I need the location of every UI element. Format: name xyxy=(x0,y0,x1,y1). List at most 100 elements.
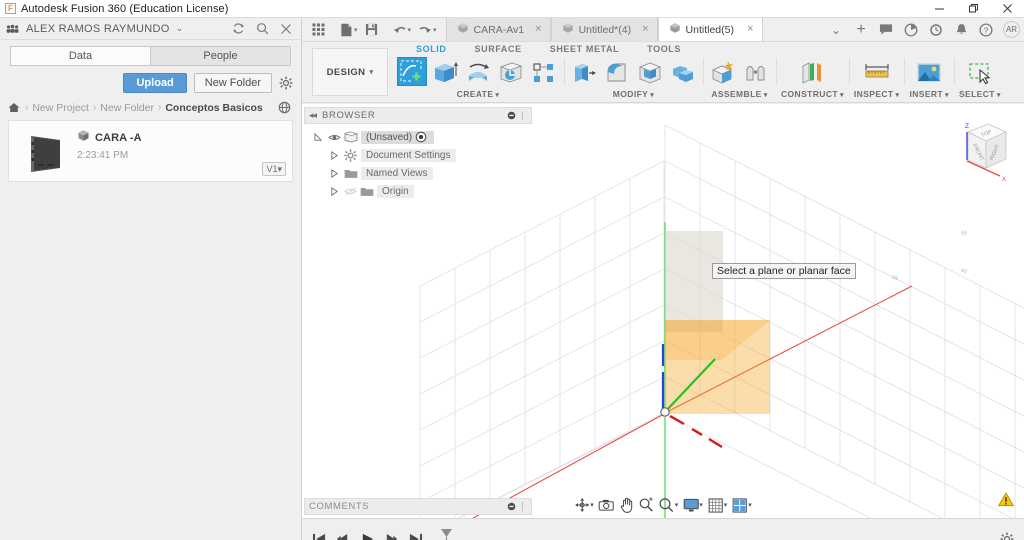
breadcrumb-item-new-folder[interactable]: New Folder xyxy=(100,102,154,114)
list-item[interactable]: CARA -A 2:23:41 PM V1▾ xyxy=(8,120,293,182)
recent-icon[interactable] xyxy=(924,18,948,42)
people-group-icon xyxy=(6,24,19,34)
display-settings-icon[interactable] xyxy=(681,495,700,515)
expand-arrow-icon[interactable] xyxy=(314,132,328,142)
close-panel-icon[interactable] xyxy=(280,23,292,35)
tree-node-document-settings[interactable]: Document Settings xyxy=(304,146,532,164)
viewports-icon[interactable] xyxy=(730,495,749,515)
viewcube[interactable]: TOP FRONT RIGHT Z X xyxy=(942,116,1016,188)
breadcrumb-item-current[interactable]: Conceptos Basicos xyxy=(165,102,262,114)
tree-node-origin[interactable]: Origin xyxy=(304,182,532,200)
save-icon[interactable] xyxy=(361,19,383,41)
close-icon[interactable]: × xyxy=(741,24,753,35)
grids-snaps-icon[interactable] xyxy=(706,495,725,515)
chevron-down-icon[interactable]: ▾ xyxy=(724,501,728,509)
fillet-icon[interactable] xyxy=(602,57,632,86)
close-button[interactable] xyxy=(990,0,1024,18)
comments-panel[interactable]: COMMENTS ❘ xyxy=(304,498,532,515)
step-back-icon[interactable] xyxy=(336,532,351,540)
tab-people[interactable]: People xyxy=(150,46,291,66)
extrude-icon[interactable] xyxy=(430,57,460,86)
comments-options[interactable]: ❘ xyxy=(507,501,527,512)
eye-icon[interactable] xyxy=(328,133,344,142)
zoom-icon[interactable] xyxy=(637,495,656,515)
new-component-icon[interactable] xyxy=(708,57,738,86)
pan-icon[interactable] xyxy=(617,495,636,515)
gear-icon[interactable] xyxy=(1000,532,1024,540)
eye-hidden-icon[interactable] xyxy=(344,186,360,196)
warning-icon[interactable] xyxy=(997,492,1015,512)
document-tab-untitled-5[interactable]: Untitled(5) × xyxy=(657,18,763,41)
revolve-icon[interactable] xyxy=(463,57,493,86)
expand-arrow-icon[interactable] xyxy=(330,168,344,178)
joint-icon[interactable] xyxy=(741,57,771,86)
close-icon[interactable]: × xyxy=(529,24,541,35)
select-window-icon[interactable] xyxy=(965,57,995,86)
shell-icon[interactable] xyxy=(635,57,665,86)
combine-icon[interactable] xyxy=(668,57,698,86)
chevron-down-icon[interactable]: ▾ xyxy=(408,26,412,34)
3d-viewport[interactable]: S S S S ◂◂ BROWSER ❘ xyxy=(302,104,1024,518)
ribbon-tab-tools[interactable]: TOOLS xyxy=(633,44,695,54)
minimize-button[interactable] xyxy=(922,0,956,18)
measure-icon[interactable] xyxy=(862,57,892,86)
tree-node-label: Named Views xyxy=(361,166,433,180)
notification-bell-icon[interactable] xyxy=(949,18,973,42)
help-icon[interactable]: ? xyxy=(974,18,998,42)
chevron-down-icon[interactable]: ▾ xyxy=(590,501,594,509)
chevron-down-icon[interactable]: ⌄ xyxy=(176,24,184,33)
search-icon[interactable] xyxy=(256,22,269,35)
gear-icon[interactable] xyxy=(279,76,293,90)
home-icon[interactable] xyxy=(8,102,20,113)
chevron-down-icon[interactable]: ▾ xyxy=(748,501,752,509)
chevron-down-icon[interactable]: ▾ xyxy=(354,26,358,34)
go-to-beginning-icon[interactable] xyxy=(312,532,327,540)
avatar[interactable]: AR xyxy=(1003,21,1020,38)
refresh-icon[interactable] xyxy=(232,22,245,35)
new-tab-button[interactable]: + xyxy=(849,18,873,42)
ribbon-tab-surface[interactable]: SURFACE xyxy=(461,44,536,54)
play-icon[interactable] xyxy=(360,532,375,540)
app-grid-icon[interactable] xyxy=(307,19,329,41)
insert-image-icon[interactable] xyxy=(914,57,944,86)
offset-plane-icon[interactable] xyxy=(797,57,827,86)
chevron-down-icon[interactable]: ▾ xyxy=(699,501,703,509)
ribbon-tab-sheet-metal[interactable]: SHEET METAL xyxy=(536,44,633,54)
tab-data[interactable]: Data xyxy=(10,46,150,66)
step-forward-icon[interactable] xyxy=(384,532,399,540)
tree-node-named-views[interactable]: Named Views xyxy=(304,164,532,182)
browser-options[interactable]: ❘ xyxy=(507,110,527,121)
chevron-down-icon[interactable]: ▾ xyxy=(433,26,437,34)
tree-node-unsaved[interactable]: (Unsaved) xyxy=(304,128,532,146)
timeline-marker-icon[interactable] xyxy=(440,528,453,540)
ribbon-tab-solid[interactable]: SOLID xyxy=(402,44,461,54)
pattern-icon[interactable] xyxy=(529,57,559,86)
document-tab-cara-av1[interactable]: CARA-Av1 × xyxy=(445,18,551,41)
sweep-icon[interactable] xyxy=(496,57,526,86)
radio-icon[interactable] xyxy=(415,131,427,143)
comment-icon[interactable] xyxy=(874,18,898,42)
workspace-switcher[interactable]: DESIGN ▾ xyxy=(312,48,388,96)
upload-button[interactable]: Upload xyxy=(123,73,187,93)
zoom-window-icon[interactable] xyxy=(657,495,676,515)
file-version-selector[interactable]: V1▾ xyxy=(262,162,286,176)
tab-overflow-dropdown[interactable]: ⌄ xyxy=(824,18,848,42)
new-folder-button[interactable]: New Folder xyxy=(193,73,272,93)
maximize-button[interactable] xyxy=(956,0,990,18)
job-status-icon[interactable] xyxy=(899,18,923,42)
collapse-left-icon[interactable]: ◂◂ xyxy=(309,110,317,121)
orbit-icon[interactable] xyxy=(572,495,591,515)
close-icon[interactable]: × xyxy=(636,24,648,35)
look-at-icon[interactable] xyxy=(597,495,616,515)
account-name[interactable]: ALEX RAMOS RAYMUNDO xyxy=(26,23,170,35)
create-sketch-icon[interactable] xyxy=(397,57,427,86)
chevron-down-icon[interactable]: ▾ xyxy=(675,501,679,509)
breadcrumb-item-new-project[interactable]: New Project xyxy=(32,102,89,114)
go-to-end-icon[interactable] xyxy=(408,532,423,540)
breadcrumb-separator: › xyxy=(25,102,29,113)
globe-icon[interactable] xyxy=(278,101,293,114)
expand-arrow-icon[interactable] xyxy=(330,186,344,196)
expand-arrow-icon[interactable] xyxy=(330,150,344,160)
document-tab-untitled-4[interactable]: Untitled*(4) × xyxy=(550,18,658,41)
press-pull-icon[interactable] xyxy=(569,57,599,86)
